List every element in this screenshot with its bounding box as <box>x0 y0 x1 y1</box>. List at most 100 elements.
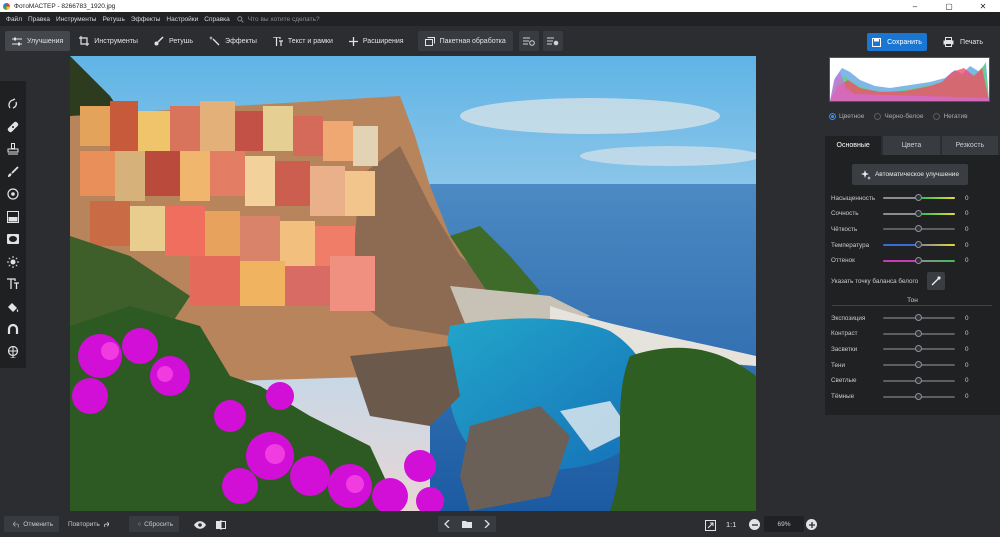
undo-icon <box>13 520 19 528</box>
sliders-icon <box>12 37 22 45</box>
redo-label: Повторить <box>68 520 100 528</box>
save-button[interactable]: Сохранить <box>867 33 927 51</box>
eye-icon <box>194 521 206 529</box>
mode-color[interactable]: Цветное <box>829 113 864 120</box>
slider-thumb[interactable] <box>915 329 922 337</box>
compare-settings-button[interactable] <box>518 31 539 51</box>
slider-row: Тёмные 0 <box>831 392 991 402</box>
plus-icon <box>808 521 815 528</box>
slider-label: Тени <box>831 361 845 369</box>
compare-button[interactable] <box>214 519 228 531</box>
slider-row: Засветки 0 <box>831 344 991 354</box>
auto-enhance-button[interactable]: Автоматическое улучшение <box>852 164 968 185</box>
crop-icon <box>79 36 90 46</box>
close-icon[interactable]: ✕ <box>966 0 1000 12</box>
tab-tools[interactable]: Инструменты <box>72 31 145 51</box>
slider-label: Оттенок <box>831 257 855 265</box>
white-balance-row: Указать точку баланса белого <box>831 272 991 290</box>
magnet-icon[interactable] <box>2 318 24 341</box>
slider-thumb[interactable] <box>915 241 922 249</box>
gradient-icon[interactable] <box>2 206 24 229</box>
zoom-slider[interactable]: 69% <box>764 516 804 532</box>
slider-thumb[interactable] <box>915 392 922 400</box>
tab-colors[interactable]: Цвета <box>883 136 940 155</box>
bandage-icon[interactable] <box>2 116 24 139</box>
folder-icon[interactable] <box>462 520 472 528</box>
slider-value: 0 <box>965 345 969 353</box>
app-logo-icon <box>3 2 10 10</box>
radio-bw-icon <box>874 113 882 120</box>
tab-text-frames[interactable]: Текст и рамки <box>266 31 340 51</box>
tab-retouch[interactable]: Ретушь <box>147 31 200 51</box>
mode-bw[interactable]: Черно-белое <box>874 113 923 120</box>
slider-label: Светлые <box>831 377 857 385</box>
tab-effects-label: Эффекты <box>225 37 257 45</box>
stamp-icon[interactable] <box>2 138 24 161</box>
menu-search[interactable]: Что вы хотите сделать? <box>237 16 320 23</box>
slider-thumb[interactable] <box>915 376 922 384</box>
slider-thumb[interactable] <box>915 209 922 217</box>
menu-retouch[interactable]: Ретушь <box>99 16 127 23</box>
minimize-icon[interactable]: – <box>898 0 932 12</box>
batch-processing-button[interactable]: Пакетная обработка <box>417 31 513 51</box>
eyedropper-button[interactable] <box>927 272 945 290</box>
slider-thumb[interactable] <box>915 361 922 369</box>
tab-extensions[interactable]: Расширения <box>342 31 411 51</box>
print-label: Печать <box>960 38 983 46</box>
auto-enhance-label: Автоматическое улучшение <box>874 171 960 178</box>
next-image-icon[interactable] <box>484 520 490 528</box>
menu-edit[interactable]: Правка <box>25 16 53 23</box>
slider-label: Тёмные <box>831 393 855 400</box>
zoom-out-button[interactable] <box>749 519 760 530</box>
menu-effects[interactable]: Эффекты <box>128 16 164 23</box>
zoom-in-button[interactable] <box>806 519 817 530</box>
sparkle-icon <box>860 169 871 180</box>
fit-screen-button[interactable] <box>703 518 717 532</box>
brush-icon[interactable] <box>2 161 24 184</box>
slider-thumb[interactable] <box>915 314 922 321</box>
print-button[interactable]: Печать <box>932 33 994 51</box>
fill-icon[interactable] <box>2 296 24 319</box>
slider-thumb[interactable] <box>915 194 922 201</box>
slider-row: Тени 0 <box>831 360 991 370</box>
photo-canvas[interactable] <box>70 56 756 511</box>
maximize-icon[interactable]: ▢ <box>932 0 966 12</box>
slider-row: Оттенок 0 <box>831 256 991 266</box>
menu-settings[interactable]: Настройки <box>163 16 201 23</box>
tab-sharpness[interactable]: Резкость <box>941 136 998 155</box>
slider-row: Светлые 0 <box>831 376 991 386</box>
globe-icon[interactable] <box>2 341 24 364</box>
redo-button[interactable]: Повторить <box>62 516 118 532</box>
reset-button[interactable]: Сбросить <box>129 516 179 532</box>
slider-label: Чёткость <box>831 225 858 233</box>
slider-thumb[interactable] <box>915 345 922 353</box>
reset-icon <box>138 522 141 526</box>
slider-thumb[interactable] <box>915 256 922 264</box>
menu-tools[interactable]: Инструменты <box>53 16 100 23</box>
slider-thumb[interactable] <box>915 225 922 233</box>
slider-row: Сочность 0 <box>831 209 991 219</box>
radial-icon[interactable] <box>2 183 24 206</box>
undo-button[interactable]: Отменить <box>4 516 59 532</box>
main-toolbar: Улучшения Инструменты Ретушь Эффекты Тек… <box>0 27 1000 55</box>
actual-size-button[interactable]: 1:1 <box>726 520 736 529</box>
light-icon[interactable] <box>2 251 24 274</box>
slider-label: Экспозиция <box>831 314 866 322</box>
mode-negative[interactable]: Негатив <box>933 113 968 120</box>
menu-file[interactable]: Файл <box>3 16 25 23</box>
photo-image <box>70 56 756 511</box>
tab-enhancements[interactable]: Улучшения <box>5 31 71 51</box>
radio-color-icon <box>829 113 836 120</box>
text-icon[interactable] <box>2 273 24 296</box>
printer-icon <box>943 37 954 47</box>
menu-help[interactable]: Справка <box>201 16 233 23</box>
presets-button[interactable] <box>542 31 563 51</box>
prev-image-icon[interactable] <box>444 520 450 528</box>
tab-basic[interactable]: Основные <box>825 136 882 155</box>
tab-effects[interactable]: Эффекты <box>202 31 264 51</box>
preview-eye-button[interactable] <box>192 519 208 531</box>
heal-icon[interactable] <box>2 93 24 116</box>
vignette-icon[interactable] <box>2 228 24 251</box>
histogram-graph <box>830 62 989 101</box>
settings-list-icon <box>522 37 535 46</box>
